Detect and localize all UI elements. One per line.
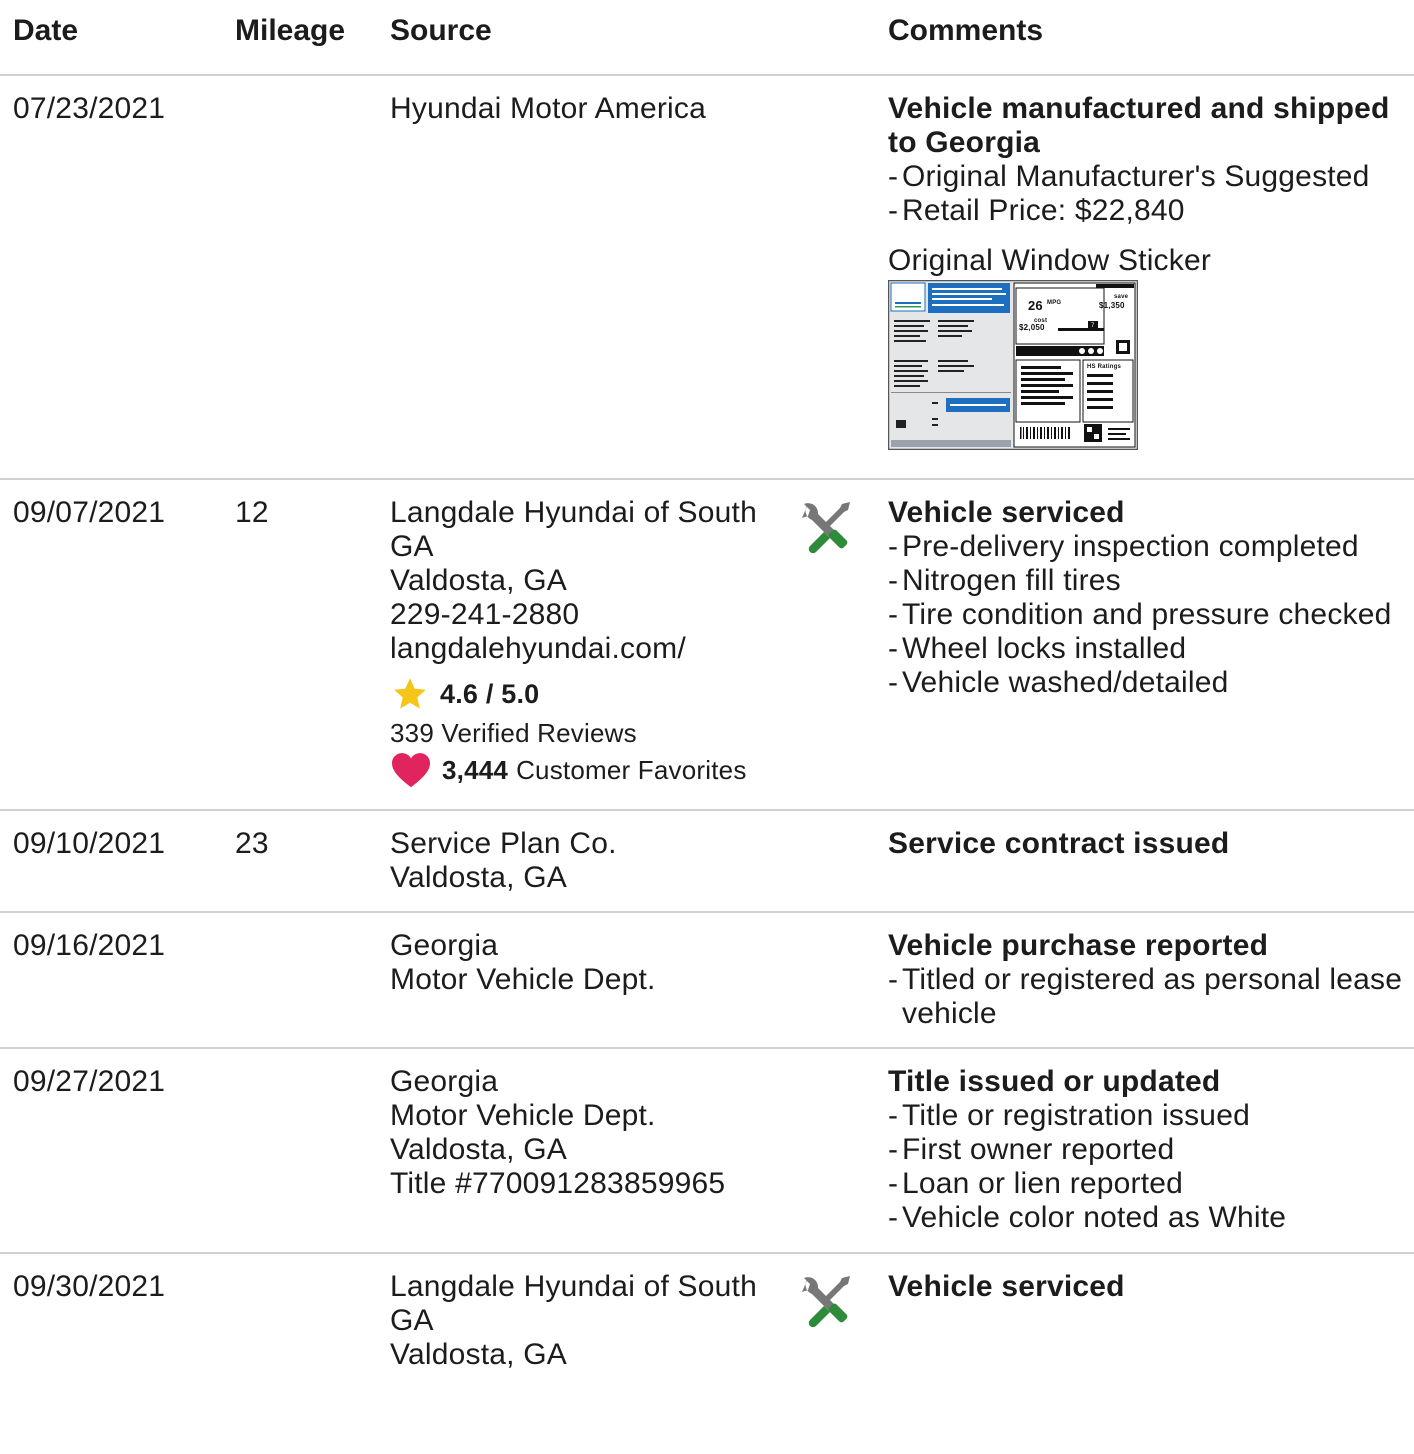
- record-mileage: 12: [235, 496, 269, 529]
- wrench-screwdriver-icon: [802, 1276, 850, 1328]
- comment-item: - Pre-delivery inspection completed: [888, 530, 1359, 563]
- comment-title: Vehicle serviced: [888, 496, 1125, 529]
- source-name: Hyundai Motor America: [390, 92, 706, 125]
- star-icon: [394, 678, 426, 709]
- comment-item: - Tire condition and pressure checked: [888, 598, 1392, 631]
- svg-text:MPG: MPG: [1047, 300, 1061, 306]
- sticker-mpg: 26: [1028, 298, 1043, 313]
- source-location: Valdosta, GA: [390, 1338, 567, 1371]
- source-name: Georgia: [390, 1065, 499, 1098]
- comment-item: - Wheel locks installed: [888, 632, 1187, 665]
- sticker-cost: $2,050: [1019, 323, 1045, 332]
- record-source: Langdale Hyundai of South GA Valdosta, G…: [390, 496, 790, 790]
- comment-item: - Vehicle color noted as White: [888, 1201, 1287, 1234]
- comment-title: Vehicle serviced: [888, 1270, 1125, 1303]
- dealer-rating[interactable]: 4.6 / 5.0: [390, 674, 790, 714]
- source-department: Motor Vehicle Dept.: [390, 1099, 656, 1132]
- record-comments: Vehicle serviced - Pre-delivery inspectio…: [888, 496, 1414, 700]
- record-mileage: 23: [235, 827, 269, 860]
- comment-item: - Retail Price: $22,840: [888, 194, 1185, 227]
- source-name: Georgia: [390, 929, 499, 962]
- source-location: Valdosta, GA: [390, 861, 567, 894]
- record-source: Georgia Motor Vehicle Dept.: [390, 929, 790, 997]
- favorites-label: Customer Favorites: [516, 755, 747, 785]
- column-header-date[interactable]: Date: [13, 14, 78, 48]
- column-header-source[interactable]: Source: [390, 14, 492, 48]
- verified-reviews-link[interactable]: 339 Verified Reviews: [390, 716, 790, 750]
- svg-text:7: 7: [1091, 323, 1095, 329]
- record-source: Service Plan Co. Valdosta, GA: [390, 827, 790, 895]
- comment-title: Service contract issued: [888, 827, 1230, 860]
- comment-item: - Loan or lien reported: [888, 1167, 1184, 1200]
- svg-text:save: save: [1114, 294, 1129, 300]
- source-name: Langdale Hyundai of South GA: [390, 496, 757, 563]
- comment-title: Vehicle purchase reported: [888, 929, 1269, 962]
- svg-text:HS Ratings: HS Ratings: [1087, 364, 1121, 370]
- record-date: 09/07/2021: [13, 496, 166, 529]
- source-department: Motor Vehicle Dept.: [390, 963, 656, 996]
- rating-value: 4.6 / 5.0: [440, 679, 540, 709]
- heart-icon: [392, 753, 430, 788]
- source-name: Langdale Hyundai of South GA: [390, 1270, 757, 1337]
- comment-item: - Nitrogen fill tires: [888, 564, 1121, 597]
- window-sticker-thumbnail[interactable]: 26 MPG save $1,350 cost $2,050 7 HS Rati…: [888, 280, 1138, 450]
- record-source: Georgia Motor Vehicle Dept. Valdosta, GA…: [390, 1065, 790, 1201]
- column-header-mileage[interactable]: Mileage: [235, 14, 345, 48]
- comment-item: - Original Manufacturer's Suggested: [888, 160, 1370, 193]
- source-location: Valdosta, GA: [390, 1133, 567, 1166]
- source-website-link[interactable]: langdalehyundai.com/: [390, 632, 790, 666]
- table-row: 07/23/2021 Hyundai Motor America Vehicle…: [0, 76, 1414, 480]
- record-source: Hyundai Motor America: [390, 92, 790, 126]
- record-comments: Title issued or updated - Title or regist…: [888, 1065, 1414, 1235]
- favorites-count: 3,444: [442, 755, 509, 785]
- record-comments: Vehicle serviced: [888, 1270, 1414, 1304]
- comment-title: Title issued or updated: [888, 1065, 1221, 1098]
- record-date: 09/16/2021: [13, 929, 166, 962]
- record-date: 09/27/2021: [13, 1065, 166, 1098]
- comment-item: - First owner reported: [888, 1133, 1175, 1166]
- record-source: Langdale Hyundai of South GA Valdosta, G…: [390, 1270, 790, 1372]
- source-name: Service Plan Co.: [390, 827, 617, 860]
- table-row: 09/07/2021 12 Langdale Hyundai of South …: [0, 480, 1414, 811]
- record-comments: Vehicle purchase reported - Titled or reg…: [888, 929, 1414, 1031]
- table-row: 09/27/2021 Georgia Motor Vehicle Dept. V…: [0, 1049, 1414, 1254]
- window-sticker-label[interactable]: Original Window Sticker: [888, 244, 1414, 278]
- record-date: 09/30/2021: [13, 1270, 166, 1303]
- comment-item: - Vehicle washed/detailed: [888, 666, 1229, 699]
- record-date: 07/23/2021: [13, 92, 166, 125]
- record-comments: Vehicle manufactured and shipped to Geor…: [888, 92, 1414, 450]
- column-header-comments[interactable]: Comments: [888, 14, 1043, 48]
- source-title-number: Title #770091283859965: [390, 1167, 726, 1200]
- comment-title: Vehicle manufactured and shipped to Geor…: [888, 92, 1390, 159]
- comment-item: - Title or registration issued: [888, 1099, 1250, 1132]
- table-row: 09/10/2021 23 Service Plan Co. Valdosta,…: [0, 811, 1414, 913]
- record-comments: Service contract issued: [888, 827, 1414, 861]
- wrench-screwdriver-icon: [802, 502, 850, 554]
- comment-item: - Titled or registered as personal lease …: [888, 963, 1403, 1030]
- table-row: 09/30/2021 Langdale Hyundai of South GA …: [0, 1254, 1414, 1454]
- table-header: Date Mileage Source Comments: [0, 0, 1414, 76]
- sticker-save: $1,350: [1099, 301, 1125, 310]
- source-phone[interactable]: 229-241-2880: [390, 598, 790, 632]
- customer-favorites: 3,444 Customer Favorites: [390, 750, 790, 790]
- record-date: 09/10/2021: [13, 827, 166, 860]
- table-row: 09/16/2021 Georgia Motor Vehicle Dept. V…: [0, 913, 1414, 1049]
- source-location: Valdosta, GA: [390, 564, 567, 597]
